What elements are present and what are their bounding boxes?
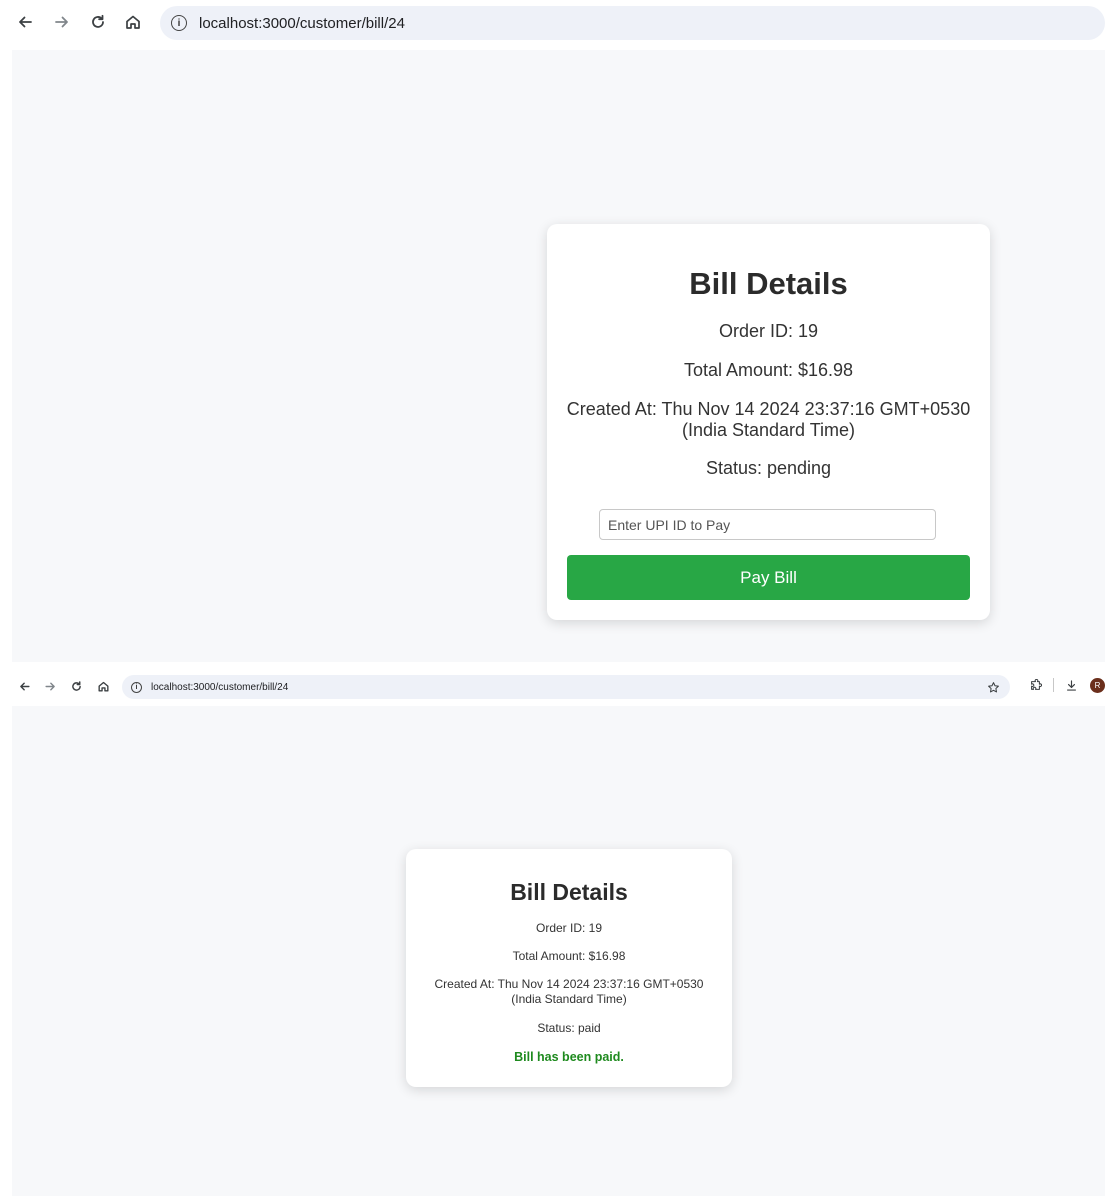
page-viewport: Bill Details Order ID: 19 Total Amount: … — [12, 706, 1105, 1196]
status-text: Status: paid — [537, 1021, 601, 1035]
browser-window-paid: i localhost:3000/customer/bill/24 R Bill… — [0, 666, 1105, 1196]
bill-details-card: Bill Details Order ID: 19 Total Amount: … — [547, 224, 990, 620]
back-icon[interactable] — [16, 678, 32, 694]
bookmark-star-icon[interactable] — [987, 681, 1000, 694]
back-icon[interactable] — [14, 11, 36, 33]
reload-icon[interactable] — [68, 678, 84, 694]
page-viewport: Bill Details Order ID: 19 Total Amount: … — [12, 50, 1105, 662]
forward-icon[interactable] — [51, 11, 73, 33]
created-at-line-2: (India Standard Time) — [511, 992, 627, 1006]
upi-id-input[interactable] — [599, 509, 936, 540]
download-icon[interactable] — [1062, 676, 1080, 694]
profile-avatar[interactable]: R — [1090, 678, 1105, 693]
order-id: Order ID: 19 — [535, 921, 603, 935]
browser-toolbar: i localhost:3000/customer/bill/24 R — [0, 666, 1105, 704]
total-amount: Total Amount: $16.98 — [512, 949, 626, 963]
bill-details-card: Bill Details Order ID: 19 Total Amount: … — [406, 849, 732, 1087]
pay-bill-button[interactable]: Pay Bill — [567, 555, 970, 600]
url-text: localhost:3000/customer/bill/24 — [151, 681, 289, 693]
forward-icon[interactable] — [42, 678, 58, 694]
order-id: Order ID: 19 — [718, 321, 819, 341]
reload-icon[interactable] — [87, 11, 109, 33]
toolbar-divider — [1053, 678, 1054, 692]
url-text: localhost:3000/customer/bill/24 — [199, 14, 405, 32]
bill-title: Bill Details — [510, 879, 628, 905]
site-info-icon[interactable]: i — [131, 681, 142, 693]
address-bar[interactable]: i localhost:3000/customer/bill/24 — [160, 6, 1105, 40]
status-text: Status: pending — [705, 458, 832, 478]
created-at-line-1: Created At: Thu Nov 14 2024 23:37:16 GMT… — [566, 399, 971, 419]
paid-confirmation: Bill has been paid. — [514, 1050, 624, 1064]
extensions-icon[interactable] — [1026, 676, 1044, 694]
home-icon[interactable] — [95, 678, 111, 694]
browser-window-pending: i localhost:3000/customer/bill/24 Bill D… — [0, 0, 1105, 662]
bill-title: Bill Details — [689, 266, 848, 301]
home-icon[interactable] — [122, 11, 144, 33]
created-at-line-1: Created At: Thu Nov 14 2024 23:37:16 GMT… — [434, 977, 704, 991]
address-bar[interactable]: i localhost:3000/customer/bill/24 — [122, 675, 1010, 699]
site-info-icon[interactable]: i — [171, 15, 187, 31]
total-amount: Total Amount: $16.98 — [683, 360, 854, 380]
browser-toolbar: i localhost:3000/customer/bill/24 — [0, 0, 1105, 47]
created-at-line-2: (India Standard Time) — [681, 420, 856, 440]
